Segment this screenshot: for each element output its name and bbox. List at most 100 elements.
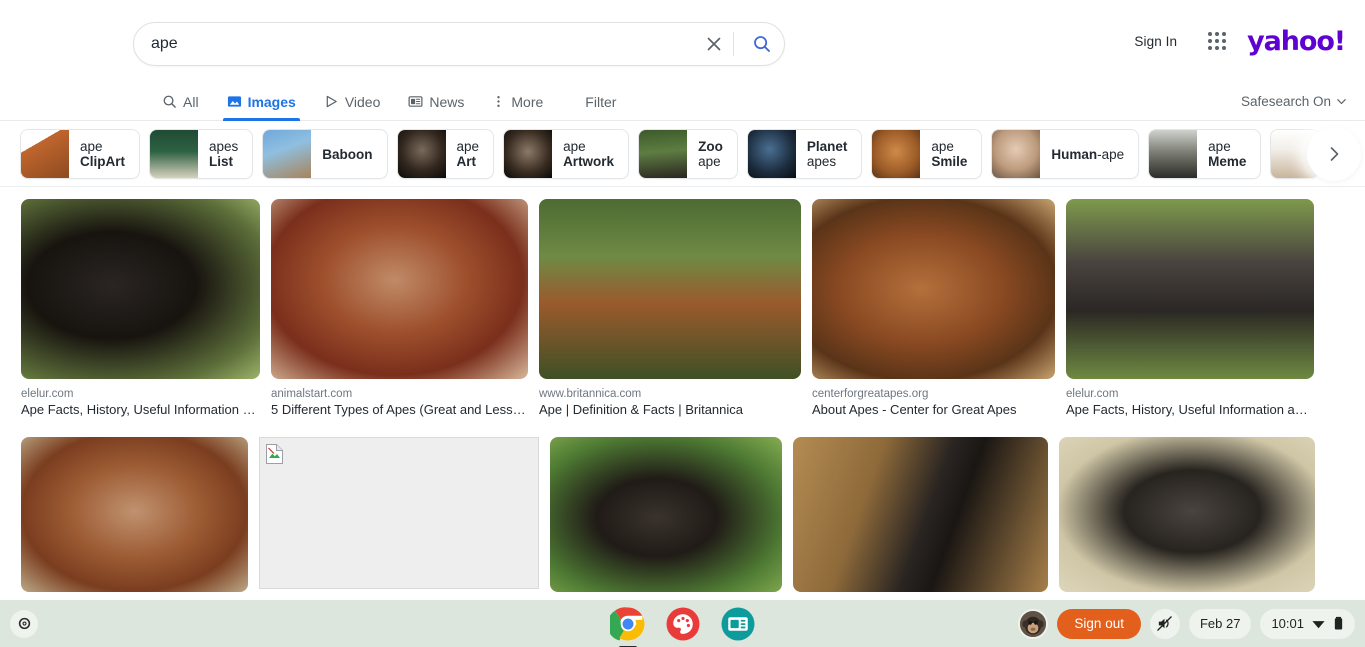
safesearch-dropdown[interactable]: Safesearch On [1241,82,1347,121]
result-source-domain: animalstart.com [271,388,353,400]
chip-label: ape Smile [931,139,968,169]
yahoo-logo-mark: ! [1333,25,1346,57]
ape-clipart-thumb [21,130,69,178]
tab-label: Filter [585,93,617,110]
header-right-cluster: Sign In yahoo! [1124,0,1353,82]
chip-label: Planet apes [806,139,848,169]
search-submit-icon[interactable] [740,22,784,66]
tab-images[interactable]: Images [213,82,310,121]
chrome-icon[interactable] [606,606,646,647]
result-thumbnail[interactable] [539,199,801,379]
ape-meme-thumb [1149,130,1198,178]
planet-apes-thumb [747,130,796,178]
taskbar-date: Feb 27 [1199,616,1241,631]
sign-in-link[interactable]: Sign In [1124,28,1187,55]
safesearch-label: Safesearch On [1240,94,1331,109]
chip-label: ape Meme [1208,139,1247,169]
speaker-mute-icon[interactable] [1149,608,1180,639]
image-result-card[interactable] [21,437,248,592]
baboon-thumb [263,130,312,178]
result-title[interactable]: Ape Facts, History, Useful Information a… [1066,402,1314,418]
result-thumbnail[interactable] [1059,437,1315,592]
image-results-grid: elelur.com Ape Facts, History, Useful Inf… [0,187,1365,627]
wifi-icon [1312,621,1325,629]
search-divider [733,32,734,56]
related-search-chip[interactable]: ape Meme [1148,129,1262,179]
broken-image-icon [266,444,283,464]
date-pill[interactable]: Feb 27 [1188,608,1252,639]
result-thumbnail[interactable] [812,199,1055,379]
search-input[interactable] [134,24,697,64]
image-result-card[interactable]: centerforgreatapes.org About Apes - Cente… [812,199,1055,418]
related-search-chip[interactable]: ape Smile [871,129,983,179]
user-avatar[interactable] [1018,608,1049,639]
chip-label: Baboon [322,146,373,162]
related-searches-row: ape ClipArt apes List Baboon ape Art ape Artwork… [0,121,1365,187]
human-ape-thumb [992,130,1041,178]
image-result-card[interactable]: elelur.com Ape Facts, History, Useful Inf… [1066,199,1314,418]
related-search-chip[interactable]: Baboon [262,129,388,179]
chip-label: Human-ape [1051,146,1125,162]
taskbar-status-area: Sign out Feb 27 10:01 [1018,608,1355,639]
chip-label: ape Art [456,139,480,169]
image-result-card[interactable] [793,437,1048,592]
result-thumbnail[interactable] [21,199,260,379]
clear-search-icon[interactable] [697,27,731,61]
related-search-chip[interactable]: apes List [149,129,254,179]
image-result-card[interactable] [550,437,782,592]
chip-label: apes List [209,139,239,169]
related-search-chip[interactable]: Planet apes [746,129,863,179]
search-bar[interactable] [133,22,785,66]
tab-filter[interactable]: Filter [557,82,630,121]
tab-more[interactable]: More [478,82,557,121]
result-thumbnail[interactable] [271,199,528,379]
result-thumbnail[interactable] [21,437,248,592]
related-search-chip[interactable]: Human-ape [991,129,1140,179]
image-result-card[interactable]: animalstart.com 5 Different Types of Apes… [271,199,528,418]
image-result-card[interactable] [1059,437,1315,592]
chips-next-button[interactable] [1307,127,1361,181]
browser-page: Sign In yahoo! All Images Video [0,0,1365,647]
battery-icon [1334,616,1343,630]
result-source-domain: elelur.com [1066,388,1119,400]
result-title[interactable]: Ape | Definition & Facts | Britannica [539,402,801,418]
status-pill[interactable]: 10:01 [1260,608,1355,639]
chevron-down-icon [1337,99,1346,105]
yahoo-logo[interactable]: yahoo! [1247,26,1353,57]
chip-label: ape Artwork [563,139,615,169]
search-vertical-tabs: All Images Video News More Filter Safese… [0,82,1365,121]
tab-all[interactable]: All [148,82,213,121]
result-source-domain: www.britannica.com [539,388,642,400]
related-search-chip[interactable]: Zoo ape [638,129,738,179]
result-title[interactable]: Ape Facts, History, Useful Information a… [21,402,260,418]
related-search-chip[interactable]: ape Art [396,129,495,179]
tab-label: All [183,93,199,110]
sign-out-button[interactable]: Sign out [1057,608,1141,639]
related-search-chip[interactable]: ape Artwork [503,129,630,179]
ape-smile-thumb [872,130,921,178]
os-taskbar: Sign out Feb 27 10:01 [0,600,1365,647]
tab-news[interactable]: News [394,82,478,121]
result-title[interactable]: 5 Different Types of Apes (Great and Les… [271,402,528,418]
tab-label: Images [247,93,296,110]
ape-art-thumb [397,130,446,178]
result-thumbnail[interactable] [1066,199,1314,379]
media-icon[interactable] [720,606,756,642]
palette-icon[interactable] [665,606,701,642]
result-thumbnail[interactable] [793,437,1048,592]
results-row: elelur.com Ape Facts, History, Useful Inf… [0,199,1365,418]
image-result-card[interactable]: www.britannica.com Ape | Definition & Fac… [539,199,801,418]
broken-image-placeholder[interactable] [259,437,539,589]
result-source-domain: centerforgreatapes.org [812,388,929,400]
result-thumbnail[interactable] [550,437,782,592]
result-title[interactable]: About Apes - Center for Great Apes [812,402,1055,418]
image-result-card[interactable]: elelur.com Ape Facts, History, Useful Inf… [21,199,260,418]
apps-grid-icon[interactable] [1199,23,1235,59]
image-result-card[interactable] [259,437,539,592]
tab-label: More [511,93,544,110]
chip-label: Zoo ape [698,139,723,169]
page-header: Sign In yahoo! [0,0,1365,82]
related-search-chip[interactable]: ape ClipArt [20,129,140,179]
tab-video[interactable]: Video [310,82,395,121]
results-row [0,437,1365,592]
